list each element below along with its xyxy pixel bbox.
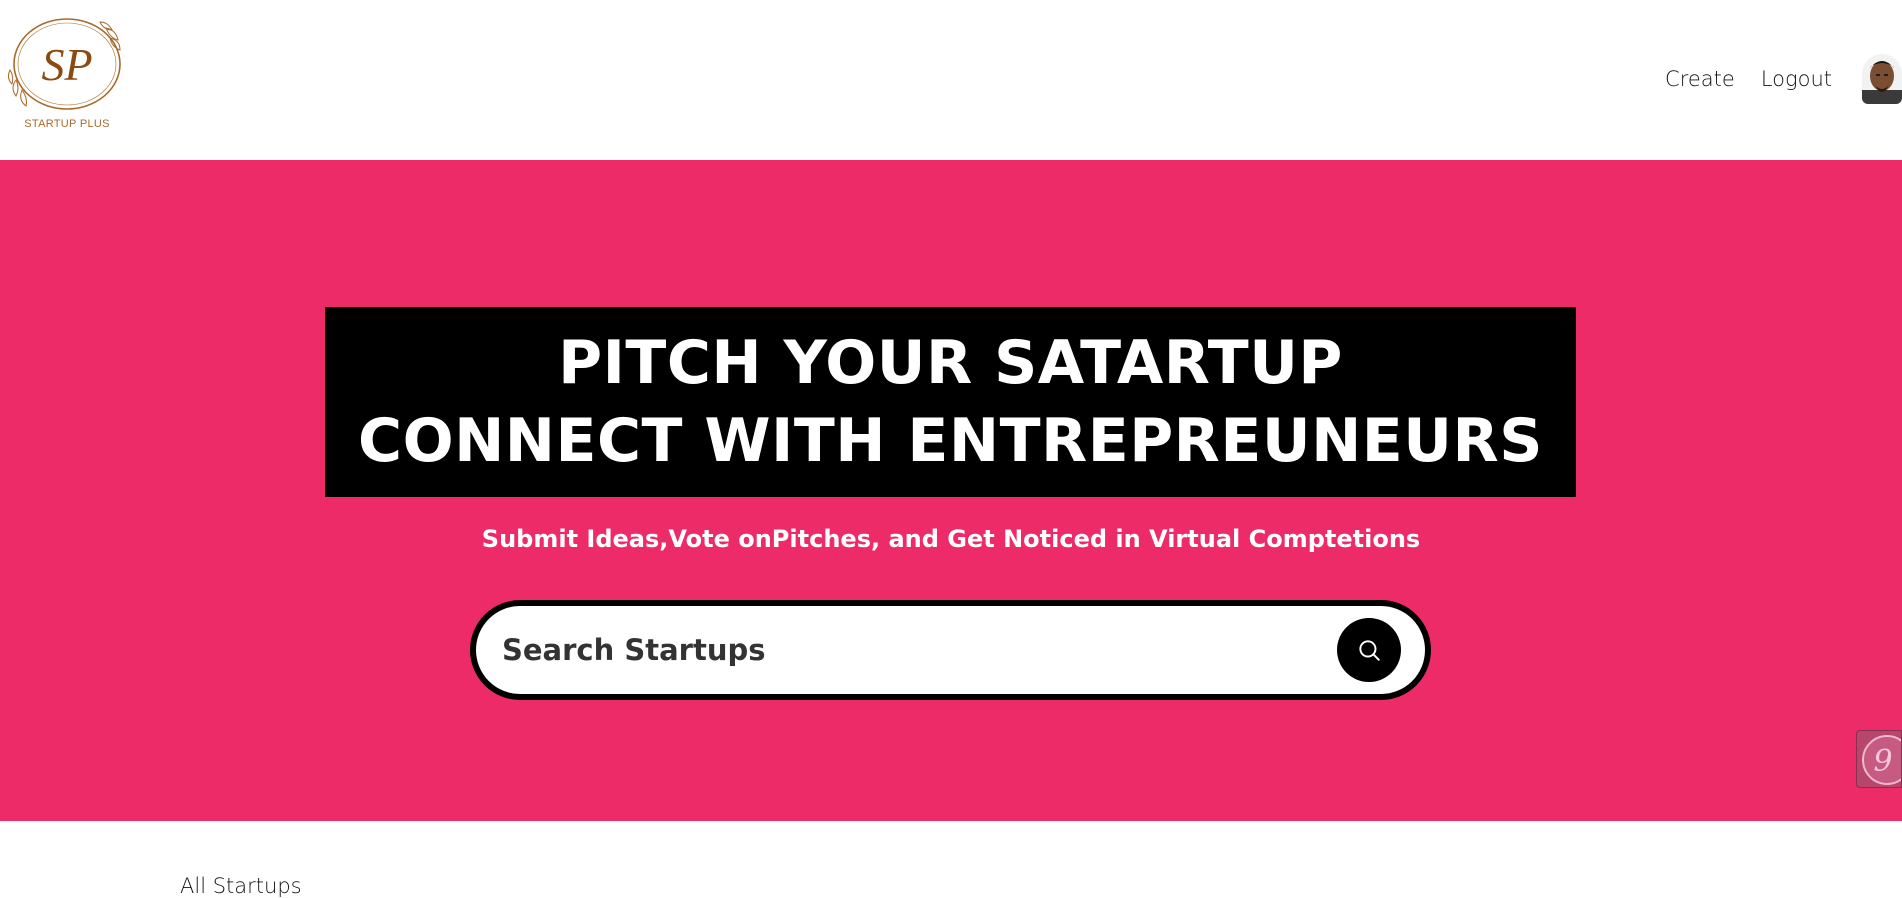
logo-link[interactable]: SP STARTUP PLUS: [6, 14, 128, 132]
user-avatar[interactable]: [1862, 54, 1902, 104]
all-startups-heading: All Startups: [180, 874, 302, 898]
nav-logout-link[interactable]: Logout: [1761, 67, 1832, 91]
logo-icon: SP: [7, 18, 121, 110]
headline-line-1: PITCH YOUR SATARTUP: [558, 328, 1343, 398]
headline-line-2: CONNECT WITH ENTREPREUNEURS: [358, 406, 1543, 476]
hero-subheading: Submit Ideas,Vote onPitches, and Get Not…: [481, 525, 1421, 553]
chat-widget-button[interactable]: 9: [1856, 730, 1902, 788]
hero-section: PITCH YOUR SATARTUP CONNECT WITH ENTREPR…: [0, 160, 1902, 821]
search-button[interactable]: [1337, 618, 1401, 682]
site-header: SP STARTUP PLUS Create Logout: [0, 0, 1902, 160]
search-icon: [1359, 640, 1380, 661]
svg-text:SP: SP: [41, 39, 92, 90]
svg-text:9: 9: [1873, 744, 1892, 779]
logo-text: STARTUP PLUS: [24, 118, 110, 130]
search-form: [470, 600, 1431, 700]
nav-create-link[interactable]: Create: [1665, 67, 1735, 91]
avatar-icon: [1862, 54, 1902, 104]
chat-widget-icon: 9: [1862, 735, 1901, 785]
headline-box: PITCH YOUR SATARTUP CONNECT WITH ENTREPR…: [325, 307, 1576, 497]
main-nav: Create Logout: [1665, 54, 1902, 104]
search-input[interactable]: [500, 606, 1320, 694]
